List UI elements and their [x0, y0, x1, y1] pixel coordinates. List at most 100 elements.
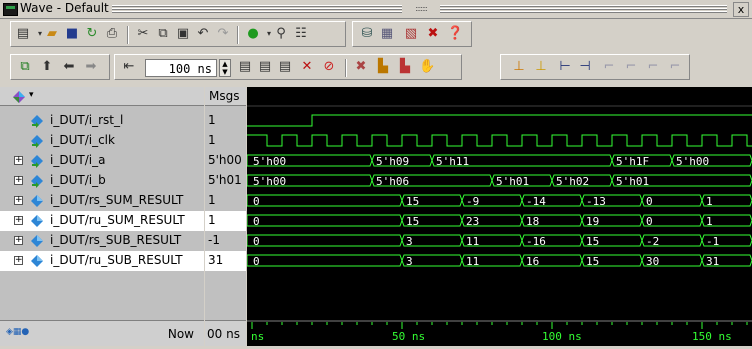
msgs-label: Msgs [209, 89, 240, 103]
bus-value-label: -2 [646, 235, 659, 248]
wave-tools-icon[interactable]: ◈▦● [6, 327, 46, 339]
save-icon[interactable]: ■ [64, 26, 80, 42]
cursor-right-icon[interactable]: ⊣ [577, 59, 593, 75]
bus-value-label: 16 [526, 255, 539, 268]
expand-icon[interactable]: + [14, 176, 23, 185]
continue-icon[interactable]: ▤ [257, 59, 273, 75]
add-icon[interactable]: ● [245, 26, 261, 42]
stop-icon[interactable]: ⊘ [321, 59, 337, 75]
now-label: Now [167, 327, 194, 341]
value-row[interactable]: 1 [205, 191, 246, 211]
bar-chart-2-icon[interactable]: ▙ [397, 59, 413, 75]
signal-row[interactable]: + i_DUT/rs_SUM_RESULT [0, 191, 204, 211]
edge-3-icon[interactable]: ⌐ [645, 59, 661, 75]
signal-diamond-icon[interactable] [12, 90, 26, 104]
bus-value-label: 11 [466, 235, 479, 248]
value-row[interactable]: 1 [205, 111, 246, 131]
bus-value-label: 15 [586, 235, 599, 248]
run-icon[interactable]: ▤ [237, 59, 253, 75]
right-arrow-icon[interactable]: ➡ [83, 59, 99, 75]
redo-icon[interactable]: ↷ [215, 26, 231, 42]
titlebar-grip-dots[interactable]: ::::::: [408, 4, 434, 14]
signal-row[interactable]: + i_DUT/rs_SUB_RESULT [0, 231, 204, 251]
list-icon[interactable]: ▦ [379, 26, 395, 42]
signal-diamond-icon [31, 195, 43, 207]
values-pane[interactable]: Msgs 1 1 5'h00 5'h01 1 1 -1 31 00 ns [205, 87, 246, 346]
print-icon[interactable]: ⎙ [104, 26, 120, 42]
signal-name: i_DUT/rs_SUM_RESULT [50, 193, 184, 207]
bus-segment [246, 234, 403, 247]
cursor-up-icon[interactable]: ⊥ [511, 59, 527, 75]
signal-list-footer: ◈▦● Now [0, 320, 204, 346]
waveform-canvas[interactable]: 5'h00 5'h09 5'h11 5'h1F 5'h00 5'h00 5'h06 5'h01… [246, 87, 752, 346]
waveform-pane[interactable]: 5'h00 5'h09 5'h11 5'h1F 5'h00 5'h00 5'h06 5'h01… [246, 87, 752, 346]
bus-value-label: 0 [253, 215, 260, 228]
edge-4-icon[interactable]: ⌐ [667, 59, 683, 75]
value-row[interactable]: 31 [205, 251, 246, 271]
signal-diamond-icon [31, 215, 43, 227]
up-arrow-icon[interactable]: ⬆ [39, 59, 55, 75]
bus-value-label: 5'h11 [436, 155, 469, 168]
signal-value: 1 [208, 193, 216, 207]
restart-icon[interactable]: ⇤ [121, 59, 137, 75]
breakpoint-icon[interactable]: ▧ [403, 26, 419, 42]
wave-edit-icon[interactable]: ✖ [353, 59, 369, 75]
zoom-input[interactable] [145, 59, 217, 77]
bus-value-label: 5'h1F [616, 155, 649, 168]
window-titlebar[interactable]: Wave - Default ::::::: x [0, 0, 752, 19]
find-icon[interactable]: ⚲ [273, 26, 289, 42]
bus-value-label: 0 [253, 195, 260, 208]
close-button[interactable]: x [733, 2, 749, 17]
signal-row[interactable]: + i_DUT/i_a [0, 151, 204, 171]
signal-list-pane[interactable]: ▾ i_DUT/i_rst_l i_DUT/i_clk + i_DUT/i_a + i_D… [0, 87, 204, 346]
hand-icon[interactable]: ✋ [419, 59, 435, 75]
reload-icon[interactable]: ↻ [84, 26, 100, 42]
toolbar-separator [127, 26, 129, 44]
signal-row[interactable]: + i_DUT/i_b [0, 171, 204, 191]
expand-icon[interactable]: + [14, 156, 23, 165]
expand-icon[interactable]: + [14, 216, 23, 225]
break-icon[interactable]: ✕ [299, 59, 315, 75]
signal-row[interactable]: + i_DUT/ru_SUM_RESULT [0, 211, 204, 231]
run-all-icon[interactable]: ▤ [277, 59, 293, 75]
bar-chart-icon[interactable]: ▙ [375, 59, 391, 75]
bus-value-label: 5'h00 [253, 175, 286, 188]
bus-value-label: 0 [253, 255, 260, 268]
signal-row[interactable]: + i_DUT/ru_SUB_RESULT [0, 251, 204, 271]
copy-icon[interactable]: ⧉ [155, 26, 171, 42]
toolbar-separator [237, 26, 239, 44]
signal-row[interactable]: i_DUT/i_rst_l [0, 111, 204, 131]
cursor-down-icon[interactable]: ⊥ [533, 59, 549, 75]
bus-value-label: -9 [466, 195, 479, 208]
edge-1-icon[interactable]: ⌐ [601, 59, 617, 75]
dropdown-arrow-icon[interactable]: ▾ [29, 90, 34, 100]
help-icon[interactable]: ❓ [447, 26, 463, 42]
open-folder-icon[interactable]: ▰ [44, 26, 60, 42]
cursor-left-icon[interactable]: ⊢ [557, 59, 573, 75]
bus-value-label: 15 [406, 215, 419, 228]
titlebar-grip[interactable] [112, 5, 402, 13]
paste-icon[interactable]: ▣ [175, 26, 191, 42]
signal-row[interactable]: i_DUT/i_clk [0, 131, 204, 151]
expand-icon[interactable]: + [14, 196, 23, 205]
format-icon[interactable]: ☷ [293, 26, 309, 42]
titlebar-grip-right[interactable] [440, 5, 727, 13]
edge-2-icon[interactable]: ⌐ [623, 59, 639, 75]
cut-icon[interactable]: ✂ [135, 26, 151, 42]
value-row[interactable]: 1 [205, 211, 246, 231]
zoom-spinner[interactable]: ▲ ▼ [219, 59, 231, 77]
bus-value-label: 23 [466, 215, 479, 228]
layout-icon[interactable]: ⧉ [17, 59, 33, 75]
value-row[interactable]: 1 [205, 131, 246, 151]
value-row[interactable]: -1 [205, 231, 246, 251]
expand-icon[interactable]: + [14, 236, 23, 245]
left-arrow-icon[interactable]: ⬅ [61, 59, 77, 75]
undo-icon[interactable]: ↶ [195, 26, 211, 42]
new-file-icon[interactable]: ▤ [15, 26, 31, 42]
bus-segment [246, 214, 403, 227]
value-row[interactable]: 5'h00 [205, 151, 246, 171]
value-row[interactable]: 5'h01 [205, 171, 246, 191]
expand-icon[interactable]: + [14, 256, 23, 265]
delete-icon[interactable]: ✖ [425, 26, 441, 42]
compile-icon[interactable]: ⛁ [359, 26, 375, 42]
